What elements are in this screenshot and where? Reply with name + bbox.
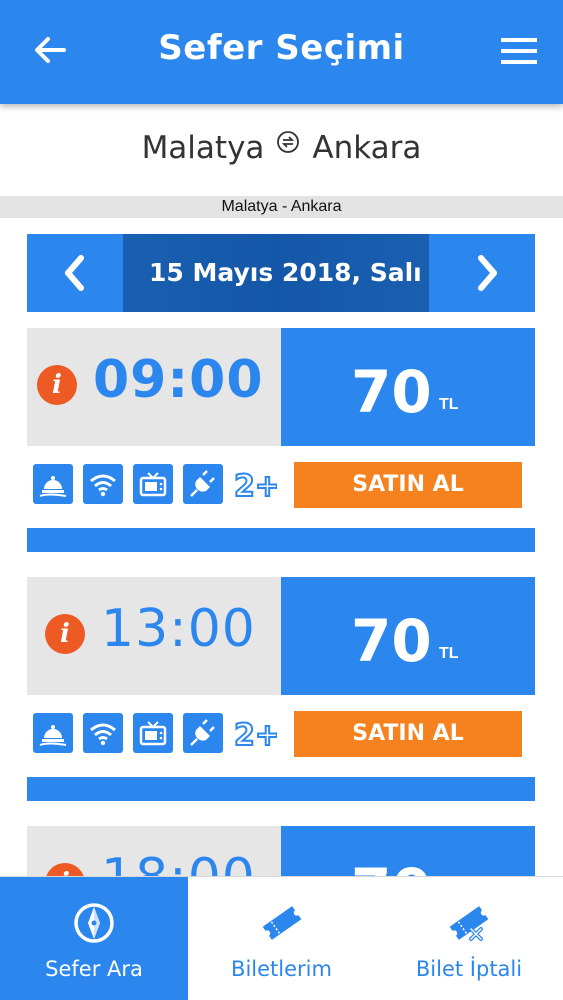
nav-label: Biletlerim	[231, 957, 332, 981]
buy-button[interactable]: SATIN AL	[294, 711, 522, 757]
ticket-icon	[262, 906, 301, 940]
trip-card[interactable]: i 09:00 70 TL 2+1 SATIN AL	[27, 328, 535, 552]
route-from: Malatya	[141, 130, 265, 166]
wifi-icon	[83, 464, 123, 504]
route-to: Ankara	[312, 130, 422, 166]
tv-icon	[133, 464, 173, 504]
trip-card[interactable]: i 13:00 70 TL 2+1 SATIN AL	[27, 577, 535, 801]
app-header: Sefer Seçimi	[0, 0, 563, 104]
trip-price-panel: 70 TL	[281, 577, 535, 695]
trip-divider	[27, 528, 535, 552]
price-value: 70	[351, 358, 432, 426]
seat-2plus1-icon: 2+1	[233, 464, 277, 504]
buy-button[interactable]: SATIN AL	[294, 462, 522, 508]
price-currency: TL	[439, 645, 459, 662]
seat-config-label: 2+1	[234, 469, 277, 504]
price-value: 70	[351, 607, 432, 675]
nav-biletlerim[interactable]: Biletlerim	[188, 877, 375, 1000]
compass-icon	[74, 903, 114, 943]
selected-date[interactable]: 15 Mayıs 2018, Salı	[123, 234, 443, 312]
chevron-right-icon[interactable]	[475, 254, 501, 292]
trip-time-panel: i 13:00	[27, 577, 281, 695]
route-header: Malatya Ankara	[0, 104, 563, 192]
service-bell-icon	[33, 713, 73, 753]
nav-label: Bilet İptali	[415, 957, 523, 981]
trip-time-panel: i 09:00	[27, 328, 281, 446]
nav-bilet-iptali[interactable]: Bilet İptali	[375, 877, 563, 1000]
amenities: 2+1	[33, 464, 277, 504]
wifi-icon	[83, 713, 123, 753]
trip-divider	[27, 777, 535, 801]
info-icon[interactable]: i	[37, 365, 77, 405]
power-plug-icon	[183, 713, 223, 753]
info-icon[interactable]: i	[45, 614, 85, 654]
page-title: Sefer Seçimi	[158, 28, 405, 68]
trip-price-panel: 70 TL	[281, 328, 535, 446]
bottom-navigation: Sefer Ara Biletlerim Bilet İptali	[0, 876, 563, 1000]
chevron-left-icon[interactable]	[61, 254, 87, 292]
nav-label: Sefer Ara	[45, 957, 143, 981]
route-strip: Malatya - Ankara	[0, 196, 563, 218]
departure-time: 13:00	[101, 599, 256, 659]
service-bell-icon	[33, 464, 73, 504]
hamburger-menu-icon[interactable]	[501, 36, 537, 66]
nav-sefer-ara[interactable]: Sefer Ara	[0, 877, 188, 1000]
power-plug-icon	[183, 464, 223, 504]
seat-config-label: 2+1	[234, 718, 277, 753]
swap-icon	[277, 131, 300, 153]
ticket-cancel-icon	[449, 906, 489, 941]
seat-2plus1-icon: 2+1	[233, 713, 277, 753]
price-currency: TL	[439, 396, 459, 413]
departure-time: 09:00	[93, 350, 264, 410]
tv-icon	[133, 713, 173, 753]
date-selector: 15 Mayıs 2018, Salı	[27, 234, 535, 312]
amenities: 2+1	[33, 713, 277, 753]
